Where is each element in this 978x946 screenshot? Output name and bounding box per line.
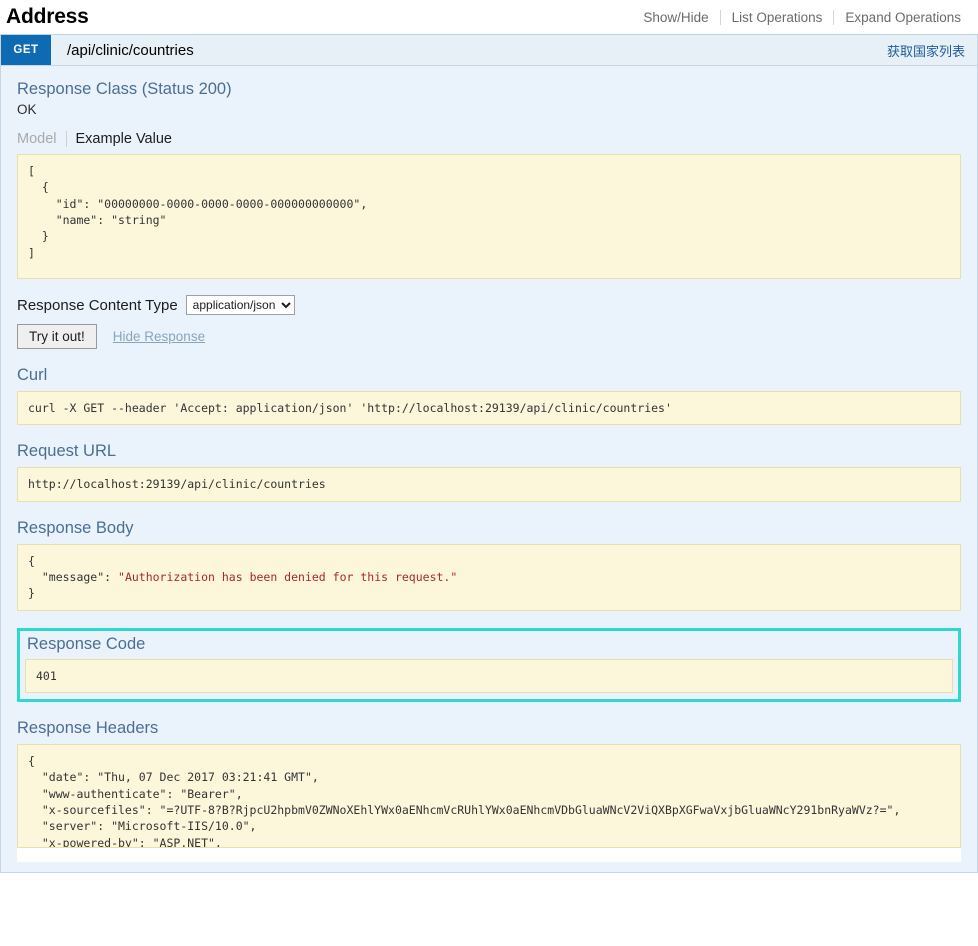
response-headers-section: Response Headers { "date": "Thu, 07 Dec … (17, 719, 961, 848)
resource-options: Show/Hide List Operations Expand Operati… (632, 9, 972, 25)
response-code-title: Response Code (27, 634, 146, 653)
header-line: "server": "Microsoft-IIS/10.0", (28, 819, 257, 834)
submit-row: Try it out! Hide Response (17, 324, 961, 349)
json-open-brace: { (28, 553, 35, 568)
json-close-brace: } (28, 586, 35, 601)
list-operations-link[interactable]: List Operations (721, 10, 834, 25)
expand-operations-link[interactable]: Expand Operations (834, 10, 972, 25)
operation-heading[interactable]: GET /api/clinic/countries 获取国家列表 (1, 35, 977, 66)
header-line: "x-sourcefiles": "=?UTF-8?B?RjpcU2hpbmV0… (28, 802, 901, 817)
operation-content: Response Class (Status 200) OK Model Exa… (1, 66, 977, 872)
response-headers-value: { "date": "Thu, 07 Dec 2017 03:21:41 GMT… (17, 743, 961, 848)
hide-response-link[interactable]: Hide Response (113, 329, 205, 344)
response-headers-title: Response Headers (17, 718, 159, 737)
http-method-badge: GET (1, 35, 51, 65)
example-value-block: [ { "id": "00000000-0000-0000-0000-00000… (17, 154, 961, 279)
curl-title: Curl (17, 366, 48, 384)
operation-summary: 获取国家列表 (886, 44, 965, 60)
header-line: "x-powered-by": "ASP.NET", (28, 835, 222, 848)
response-code-value: 401 (25, 658, 953, 693)
request-url-section: Request URL http://localhost:29139/api/c… (17, 442, 961, 502)
show-hide-link[interactable]: Show/Hide (632, 10, 719, 25)
response-class-status-text: OK (17, 102, 37, 117)
tab-example-value[interactable]: Example Value (67, 131, 172, 147)
json-value: "Authorization has been denied for this … (118, 569, 458, 584)
header-line: "date": "Thu, 07 Dec 2017 03:21:41 GMT", (28, 770, 319, 785)
resource-header: Address Show/Hide List Operations Expand… (0, 0, 978, 34)
operation-path[interactable]: /api/clinic/countries (51, 42, 194, 59)
response-content-type-select[interactable]: application/json (185, 295, 295, 315)
header-line: "www-authenticate": "Bearer", (28, 786, 243, 801)
tab-model[interactable]: Model (17, 131, 66, 147)
header-line: { (28, 753, 35, 768)
response-body-title: Response Body (17, 518, 134, 537)
operation-panel: GET /api/clinic/countries 获取国家列表 Respons… (0, 34, 978, 873)
model-tabs: Model Example Value (17, 131, 961, 147)
response-body-section: Response Body { "message": "Authorizatio… (17, 519, 961, 611)
page-title: Address (6, 5, 89, 28)
curl-command: curl -X GET --header 'Accept: applicatio… (17, 391, 961, 426)
request-url-title: Request URL (17, 442, 117, 461)
try-it-out-button[interactable]: Try it out! (17, 324, 97, 349)
json-key: "message": (28, 569, 119, 584)
bottom-spacer (17, 847, 961, 862)
curl-section: Curl curl -X GET --header 'Accept: appli… (17, 366, 961, 426)
response-code-highlight: Response Code 401 (17, 627, 961, 702)
request-url-value: http://localhost:29139/api/clinic/countr… (17, 467, 961, 502)
response-content-type-label: Response Content Type (17, 296, 178, 314)
response-class-title: Response Class (Status 200) (17, 80, 232, 98)
response-content-type-row: Response Content Type application/json (17, 295, 961, 315)
response-body-value: { "message": "Authorization has been den… (17, 543, 961, 611)
